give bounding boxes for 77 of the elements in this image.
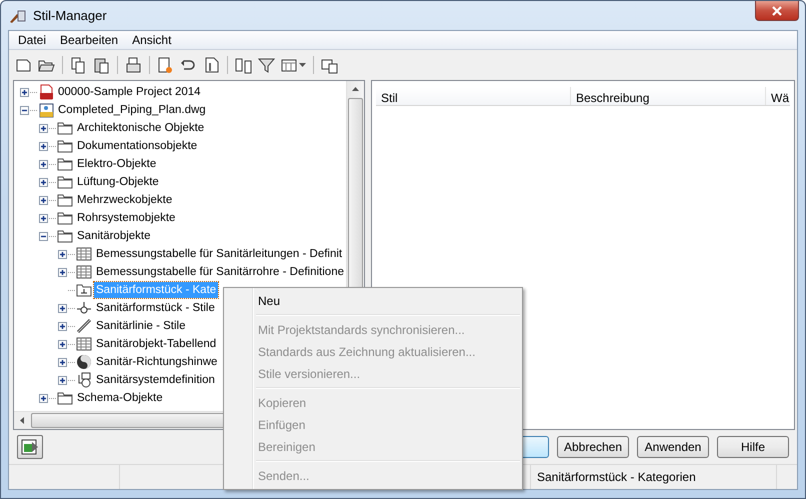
dropdown-caret-icon bbox=[299, 63, 306, 67]
pipe-fitting-icon bbox=[76, 300, 92, 316]
folder-icon bbox=[57, 138, 73, 154]
expand-icon[interactable] bbox=[39, 142, 48, 150]
tree-item[interactable]: Sanitärsystemdefinition bbox=[94, 372, 217, 388]
close-button[interactable] bbox=[755, 1, 799, 21]
collapse-icon[interactable] bbox=[39, 232, 48, 240]
window-swap-icon bbox=[321, 56, 338, 74]
expand-icon[interactable] bbox=[39, 394, 48, 402]
status-text: Sanitärformstück - Kategorien bbox=[536, 470, 697, 484]
dialog-button[interactable]: Anwenden bbox=[637, 436, 709, 458]
tree-item[interactable]: Elektro-Objekte bbox=[75, 156, 158, 172]
project-file-icon bbox=[38, 84, 54, 100]
table-icon bbox=[76, 246, 92, 262]
tree-item[interactable]: Completed_Piping_Plan.dwg bbox=[56, 102, 208, 118]
grid-view-icon bbox=[281, 56, 298, 74]
expand-icon[interactable] bbox=[58, 322, 67, 330]
close-icon bbox=[771, 6, 783, 16]
context-menu-item[interactable]: Neu bbox=[226, 290, 520, 312]
scroll-left-icon[interactable] bbox=[20, 417, 24, 424]
expand-icon[interactable] bbox=[39, 196, 48, 204]
yin-yang-icon bbox=[76, 354, 92, 370]
dialog-button[interactable]: Abbrechen bbox=[557, 436, 629, 458]
flowchart-icon bbox=[76, 372, 92, 388]
expand-icon[interactable] bbox=[58, 250, 67, 258]
expand-icon[interactable] bbox=[39, 214, 48, 222]
expand-icon[interactable] bbox=[58, 358, 67, 366]
window-title: Stil-Manager bbox=[33, 8, 107, 23]
menu-item[interactable]: Ansicht bbox=[125, 33, 178, 47]
folder-icon bbox=[57, 192, 73, 208]
menu-item[interactable]: Bearbeiten bbox=[53, 33, 126, 47]
expand-icon[interactable] bbox=[58, 304, 67, 312]
expand-icon[interactable] bbox=[39, 160, 48, 168]
tree-item[interactable]: Dokumentationsobjekte bbox=[75, 138, 200, 154]
tree-item[interactable]: Sanitärlinie - Stile bbox=[94, 318, 188, 334]
folder-icon bbox=[57, 120, 73, 136]
compare-icon bbox=[235, 56, 252, 74]
tree-item[interactable]: Bemessungstabelle für Sanitärleitungen - Definit bbox=[94, 246, 344, 262]
tree-item[interactable]: Architektonische Objekte bbox=[75, 120, 206, 136]
expand-icon[interactable] bbox=[58, 376, 67, 384]
tree-item[interactable]: Schema-Objekte bbox=[75, 390, 165, 406]
pipe-line-icon bbox=[76, 318, 92, 334]
expand-icon[interactable] bbox=[39, 124, 48, 132]
drawing-file-icon bbox=[38, 102, 54, 118]
tree-item[interactable]: Mehrzweckobjekte bbox=[75, 192, 174, 208]
tree-item[interactable]: 00000-Sample Project 2014 bbox=[56, 84, 203, 100]
filter-icon bbox=[258, 56, 275, 74]
folder-icon bbox=[57, 174, 73, 190]
copy-icon bbox=[70, 56, 87, 74]
folder-icon bbox=[57, 156, 73, 172]
column-header[interactable]: Beschreibung bbox=[571, 87, 766, 105]
dialog-button[interactable]: Hilfe bbox=[717, 436, 789, 458]
tree-item[interactable]: Sanitärformstück - Stile bbox=[94, 300, 217, 316]
expand-icon[interactable] bbox=[58, 340, 67, 348]
column-header[interactable]: Wä bbox=[766, 87, 789, 105]
table-icon bbox=[76, 264, 92, 280]
expand-icon[interactable] bbox=[20, 88, 29, 96]
brush-icon bbox=[9, 8, 27, 24]
folder-icon bbox=[57, 228, 73, 244]
new-document-icon bbox=[15, 56, 32, 74]
tree-item[interactable]: Bemessungstabelle für Sanitärrohre - Definitione bbox=[94, 264, 346, 280]
folder-icon bbox=[57, 390, 73, 406]
tree-item[interactable]: Lüftung-Objekte bbox=[75, 174, 161, 190]
table-icon bbox=[76, 336, 92, 352]
expand-icon[interactable] bbox=[58, 268, 67, 276]
collapse-icon[interactable] bbox=[20, 106, 29, 114]
folder-icon bbox=[76, 282, 92, 298]
tree-item[interactable]: Sanitär-Richtungshinwe bbox=[94, 354, 220, 370]
tree-item[interactable]: Sanitärobjekt-Tabellend bbox=[94, 336, 218, 352]
menu-item[interactable]: Datei bbox=[11, 33, 54, 47]
tree-item[interactable]: Rohrsystemobjekte bbox=[75, 210, 178, 226]
column-header[interactable]: Stil bbox=[376, 87, 571, 105]
expand-icon[interactable] bbox=[39, 178, 48, 186]
tree-item[interactable]: Sanitärobjekte bbox=[75, 228, 153, 244]
scroll-up-icon[interactable] bbox=[352, 87, 359, 91]
folder-icon bbox=[57, 210, 73, 226]
paste-icon bbox=[93, 56, 110, 74]
